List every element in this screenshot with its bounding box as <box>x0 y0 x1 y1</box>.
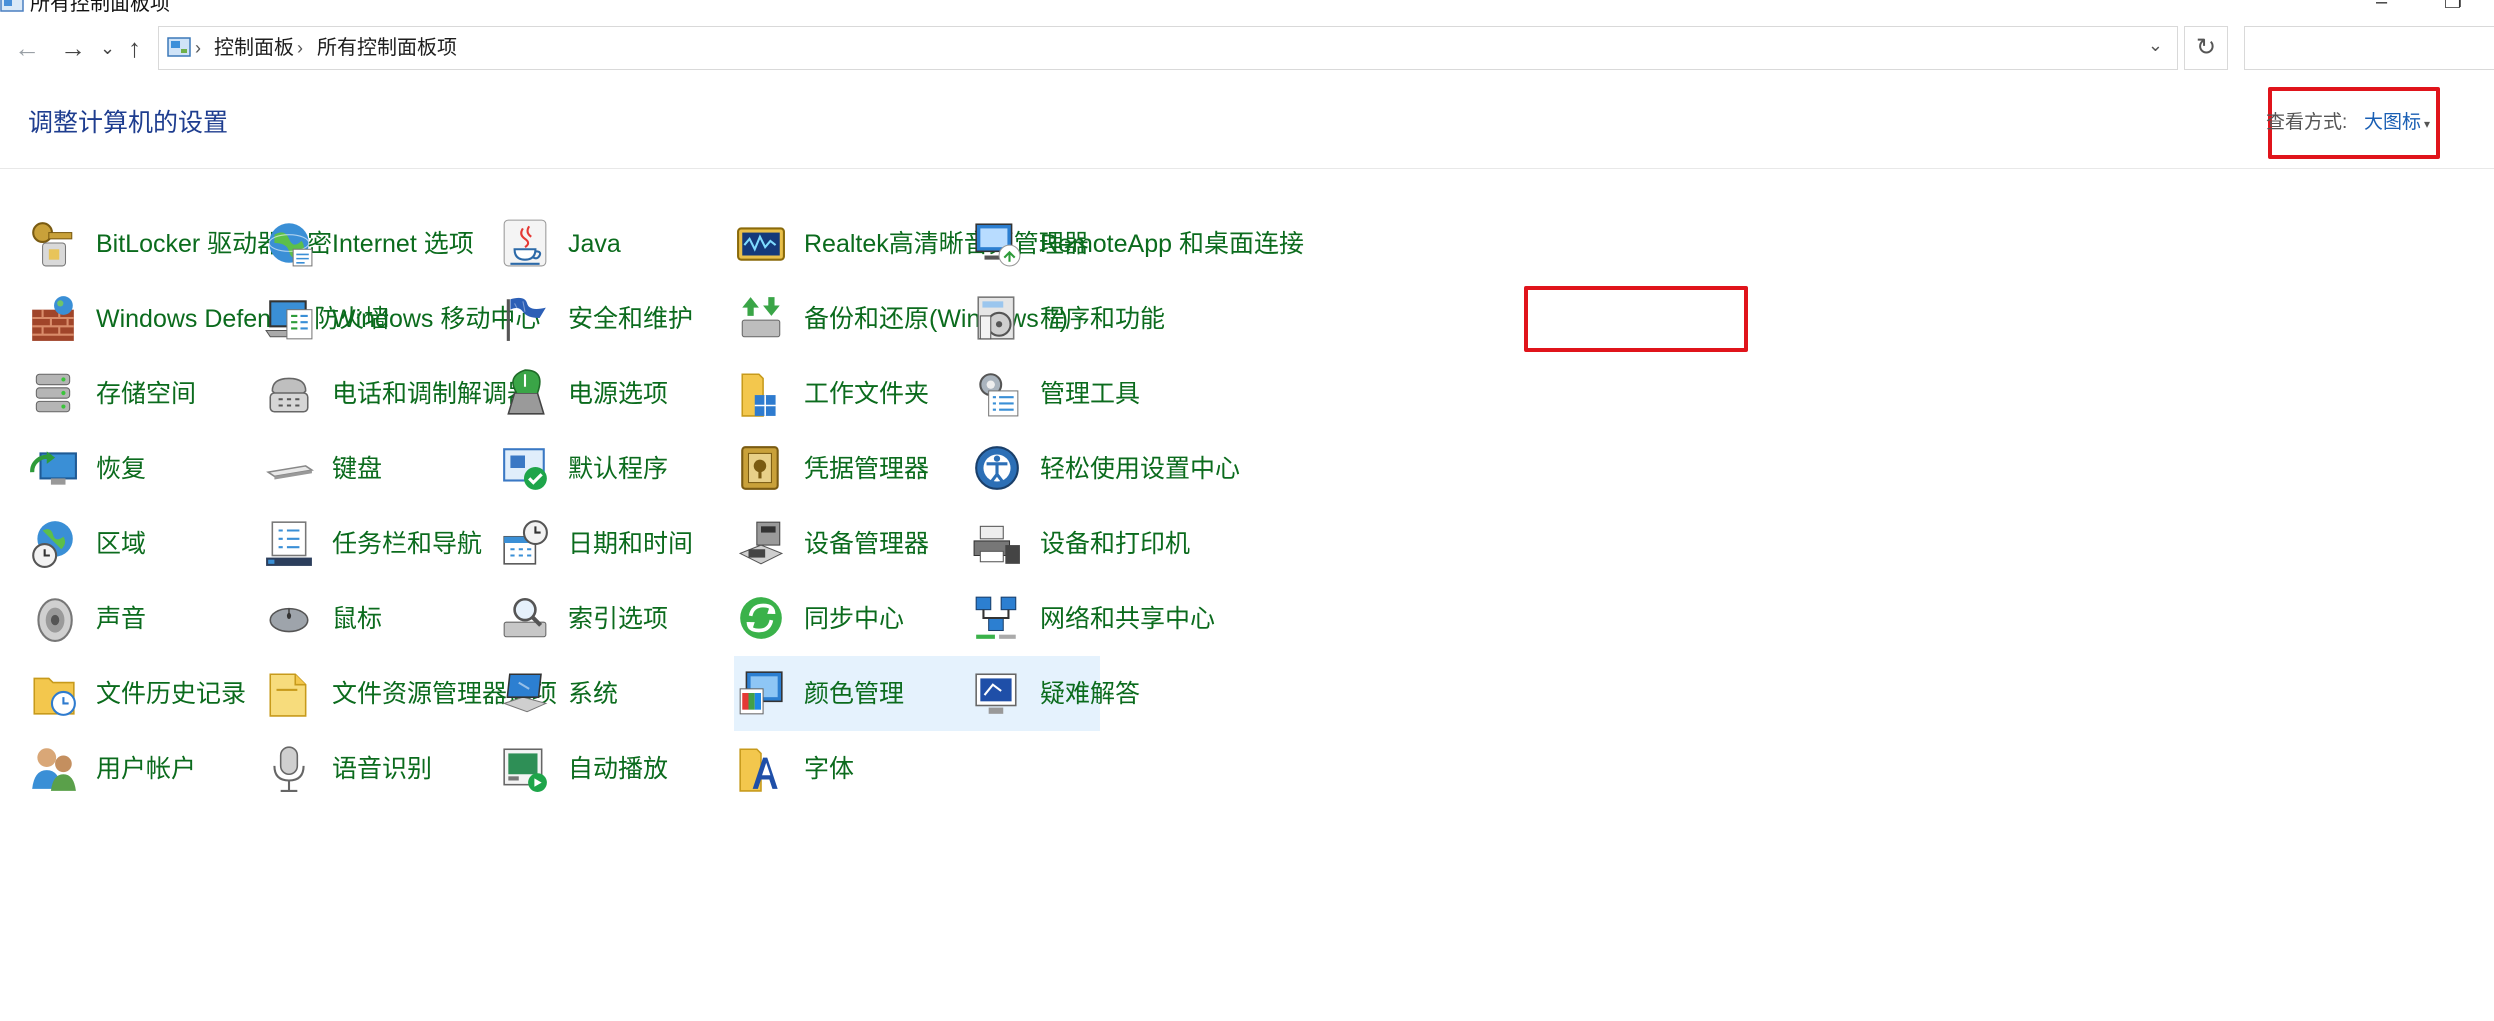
user-accounts-icon <box>28 743 78 793</box>
item-label: 管理工具 <box>1040 379 1141 408</box>
view-mode-label: 查看方式: <box>2266 112 2348 133</box>
system-icon <box>500 668 550 718</box>
item-ease-of-access[interactable]: 轻松使用设置中心 <box>970 431 1340 506</box>
explorer-options-icon <box>264 668 314 718</box>
security-maintenance-icon <box>500 293 550 343</box>
control-panel-icon <box>167 37 191 57</box>
sync-center-icon <box>736 593 786 643</box>
minimize-button[interactable]: – <box>2376 0 2387 12</box>
refresh-button[interactable]: ↻ <box>2184 26 2228 70</box>
realtek-audio-icon <box>736 218 786 268</box>
view-mode-dropdown[interactable]: 大图标 <box>2364 110 2421 136</box>
chevron-down-icon[interactable]: ▾ <box>2424 112 2430 136</box>
indexing-options-icon <box>500 593 550 643</box>
item-label: 设备和打印机 <box>1040 529 1191 558</box>
item-label: 字体 <box>804 754 855 783</box>
programs-features-highlight <box>1524 286 1748 352</box>
programs-features-icon <box>972 293 1022 343</box>
search-input[interactable] <box>2244 26 2494 70</box>
mobility-center-icon <box>264 293 314 343</box>
forward-button[interactable]: → <box>60 32 86 64</box>
up-button[interactable]: ↑ <box>128 32 141 64</box>
item-label: 网络和共享中心 <box>1040 604 1216 633</box>
work-folders-icon <box>736 368 786 418</box>
remoteapp-icon <box>972 218 1022 268</box>
item-label: 疑难解答 <box>1040 679 1141 708</box>
speech-recognition-icon <box>264 743 314 793</box>
item-devices-printers[interactable]: 设备和打印机 <box>970 506 1340 581</box>
keyboard-icon <box>264 443 314 493</box>
backup-restore-icon <box>736 293 786 343</box>
address-bar[interactable]: › 控制面板 › 所有控制面板项 ⌄ <box>158 26 2178 70</box>
item-network-sharing[interactable]: 网络和共享中心 <box>970 581 1340 656</box>
devices-printers-icon <box>972 518 1022 568</box>
date-time-icon <box>500 518 550 568</box>
breadcrumb-control-panel[interactable]: 控制面板 <box>214 35 294 61</box>
network-sharing-icon <box>972 593 1022 643</box>
header-divider <box>0 168 2494 169</box>
recent-locations-button[interactable]: ⌄ <box>100 32 115 64</box>
item-label: 程序和功能 <box>1040 304 1166 333</box>
power-options-icon <box>500 368 550 418</box>
page-title: 调整计算机的设置 <box>28 109 229 137</box>
bitlocker-icon <box>28 218 78 268</box>
recovery-icon <box>28 443 78 493</box>
item-troubleshooting[interactable]: 疑难解答 <box>970 656 1340 731</box>
control-panel-icon <box>0 0 24 12</box>
troubleshooting-icon <box>972 668 1022 718</box>
breadcrumb-all-items[interactable]: 所有控制面板项 <box>317 35 457 61</box>
item-admin-tools[interactable]: 管理工具 <box>970 356 1340 431</box>
item-label: 轻松使用设置中心 <box>1040 454 1241 483</box>
fonts-icon <box>736 743 786 793</box>
mouse-icon <box>264 593 314 643</box>
restore-button[interactable]: ❐ <box>2444 0 2462 12</box>
phone-modem-icon <box>264 368 314 418</box>
java-icon <box>500 218 550 268</box>
breadcrumb-separator: › <box>297 38 303 58</box>
device-manager-icon <box>736 518 786 568</box>
ease-of-access-icon <box>972 443 1022 493</box>
region-icon <box>28 518 78 568</box>
item-remoteapp[interactable]: RemoteApp 和桌面连接 <box>970 206 1340 281</box>
internet-options-icon <box>264 218 314 268</box>
sound-icon <box>28 593 78 643</box>
back-button[interactable]: ← <box>14 32 40 64</box>
storage-spaces-icon <box>28 368 78 418</box>
item-label: RemoteApp 和桌面连接 <box>1040 229 1304 258</box>
item-programs-features[interactable]: 程序和功能 <box>970 281 1340 356</box>
admin-tools-icon <box>972 368 1022 418</box>
color-management-icon <box>736 668 786 718</box>
title-bar: 所有控制面板项 – ❐ <box>0 0 2494 16</box>
taskbar-icon <box>264 518 314 568</box>
autoplay-icon <box>500 743 550 793</box>
firewall-icon <box>28 293 78 343</box>
address-dropdown-button[interactable]: ⌄ <box>2148 35 2163 56</box>
window-title: 所有控制面板项 <box>30 0 170 15</box>
credential-manager-icon <box>736 443 786 493</box>
default-programs-icon <box>500 443 550 493</box>
file-history-icon <box>28 668 78 718</box>
item-fonts[interactable]: 字体 <box>734 731 1104 806</box>
breadcrumb-separator: › <box>195 38 201 58</box>
